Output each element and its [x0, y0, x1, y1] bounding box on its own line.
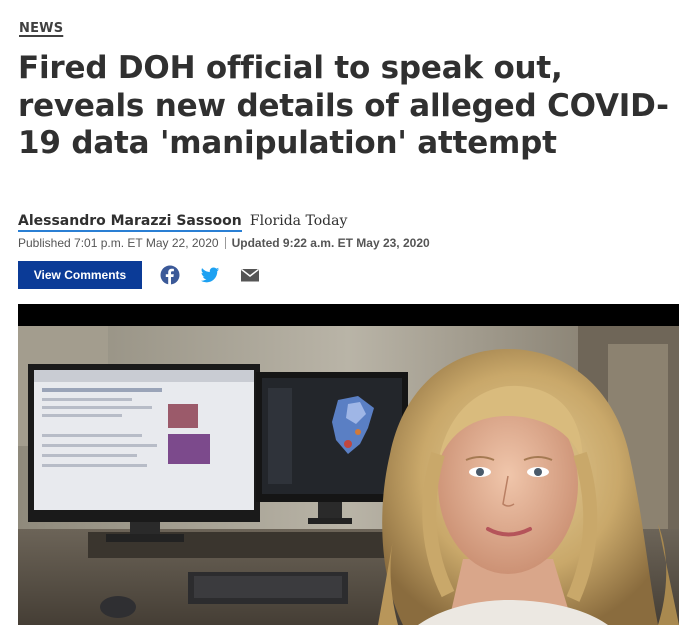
date-separator	[224, 237, 226, 249]
article-headline: Fired DOH official to speak out, reveals…	[18, 50, 669, 161]
hero-photo	[18, 304, 679, 625]
author-link[interactable]: Alessandro Marazzi Sassoon	[18, 213, 242, 232]
facebook-icon[interactable]	[160, 265, 180, 285]
section-tag-news[interactable]: NEWS	[19, 21, 63, 36]
email-icon[interactable]	[240, 265, 260, 285]
published-date: Published 7:01 p.m. ET May 22, 2020	[18, 236, 219, 250]
view-comments-button[interactable]: View Comments	[18, 261, 142, 289]
twitter-icon[interactable]	[200, 265, 220, 285]
hero-photo-illustration	[18, 304, 679, 625]
publication-name: Florida Today	[249, 213, 348, 229]
updated-date: Updated 9:22 a.m. ET May 23, 2020	[231, 236, 430, 250]
byline: Alessandro Marazzi Sassoon Florida Today	[18, 212, 348, 232]
article-dates: Published 7:01 p.m. ET May 22, 2020 Updat…	[18, 236, 430, 250]
